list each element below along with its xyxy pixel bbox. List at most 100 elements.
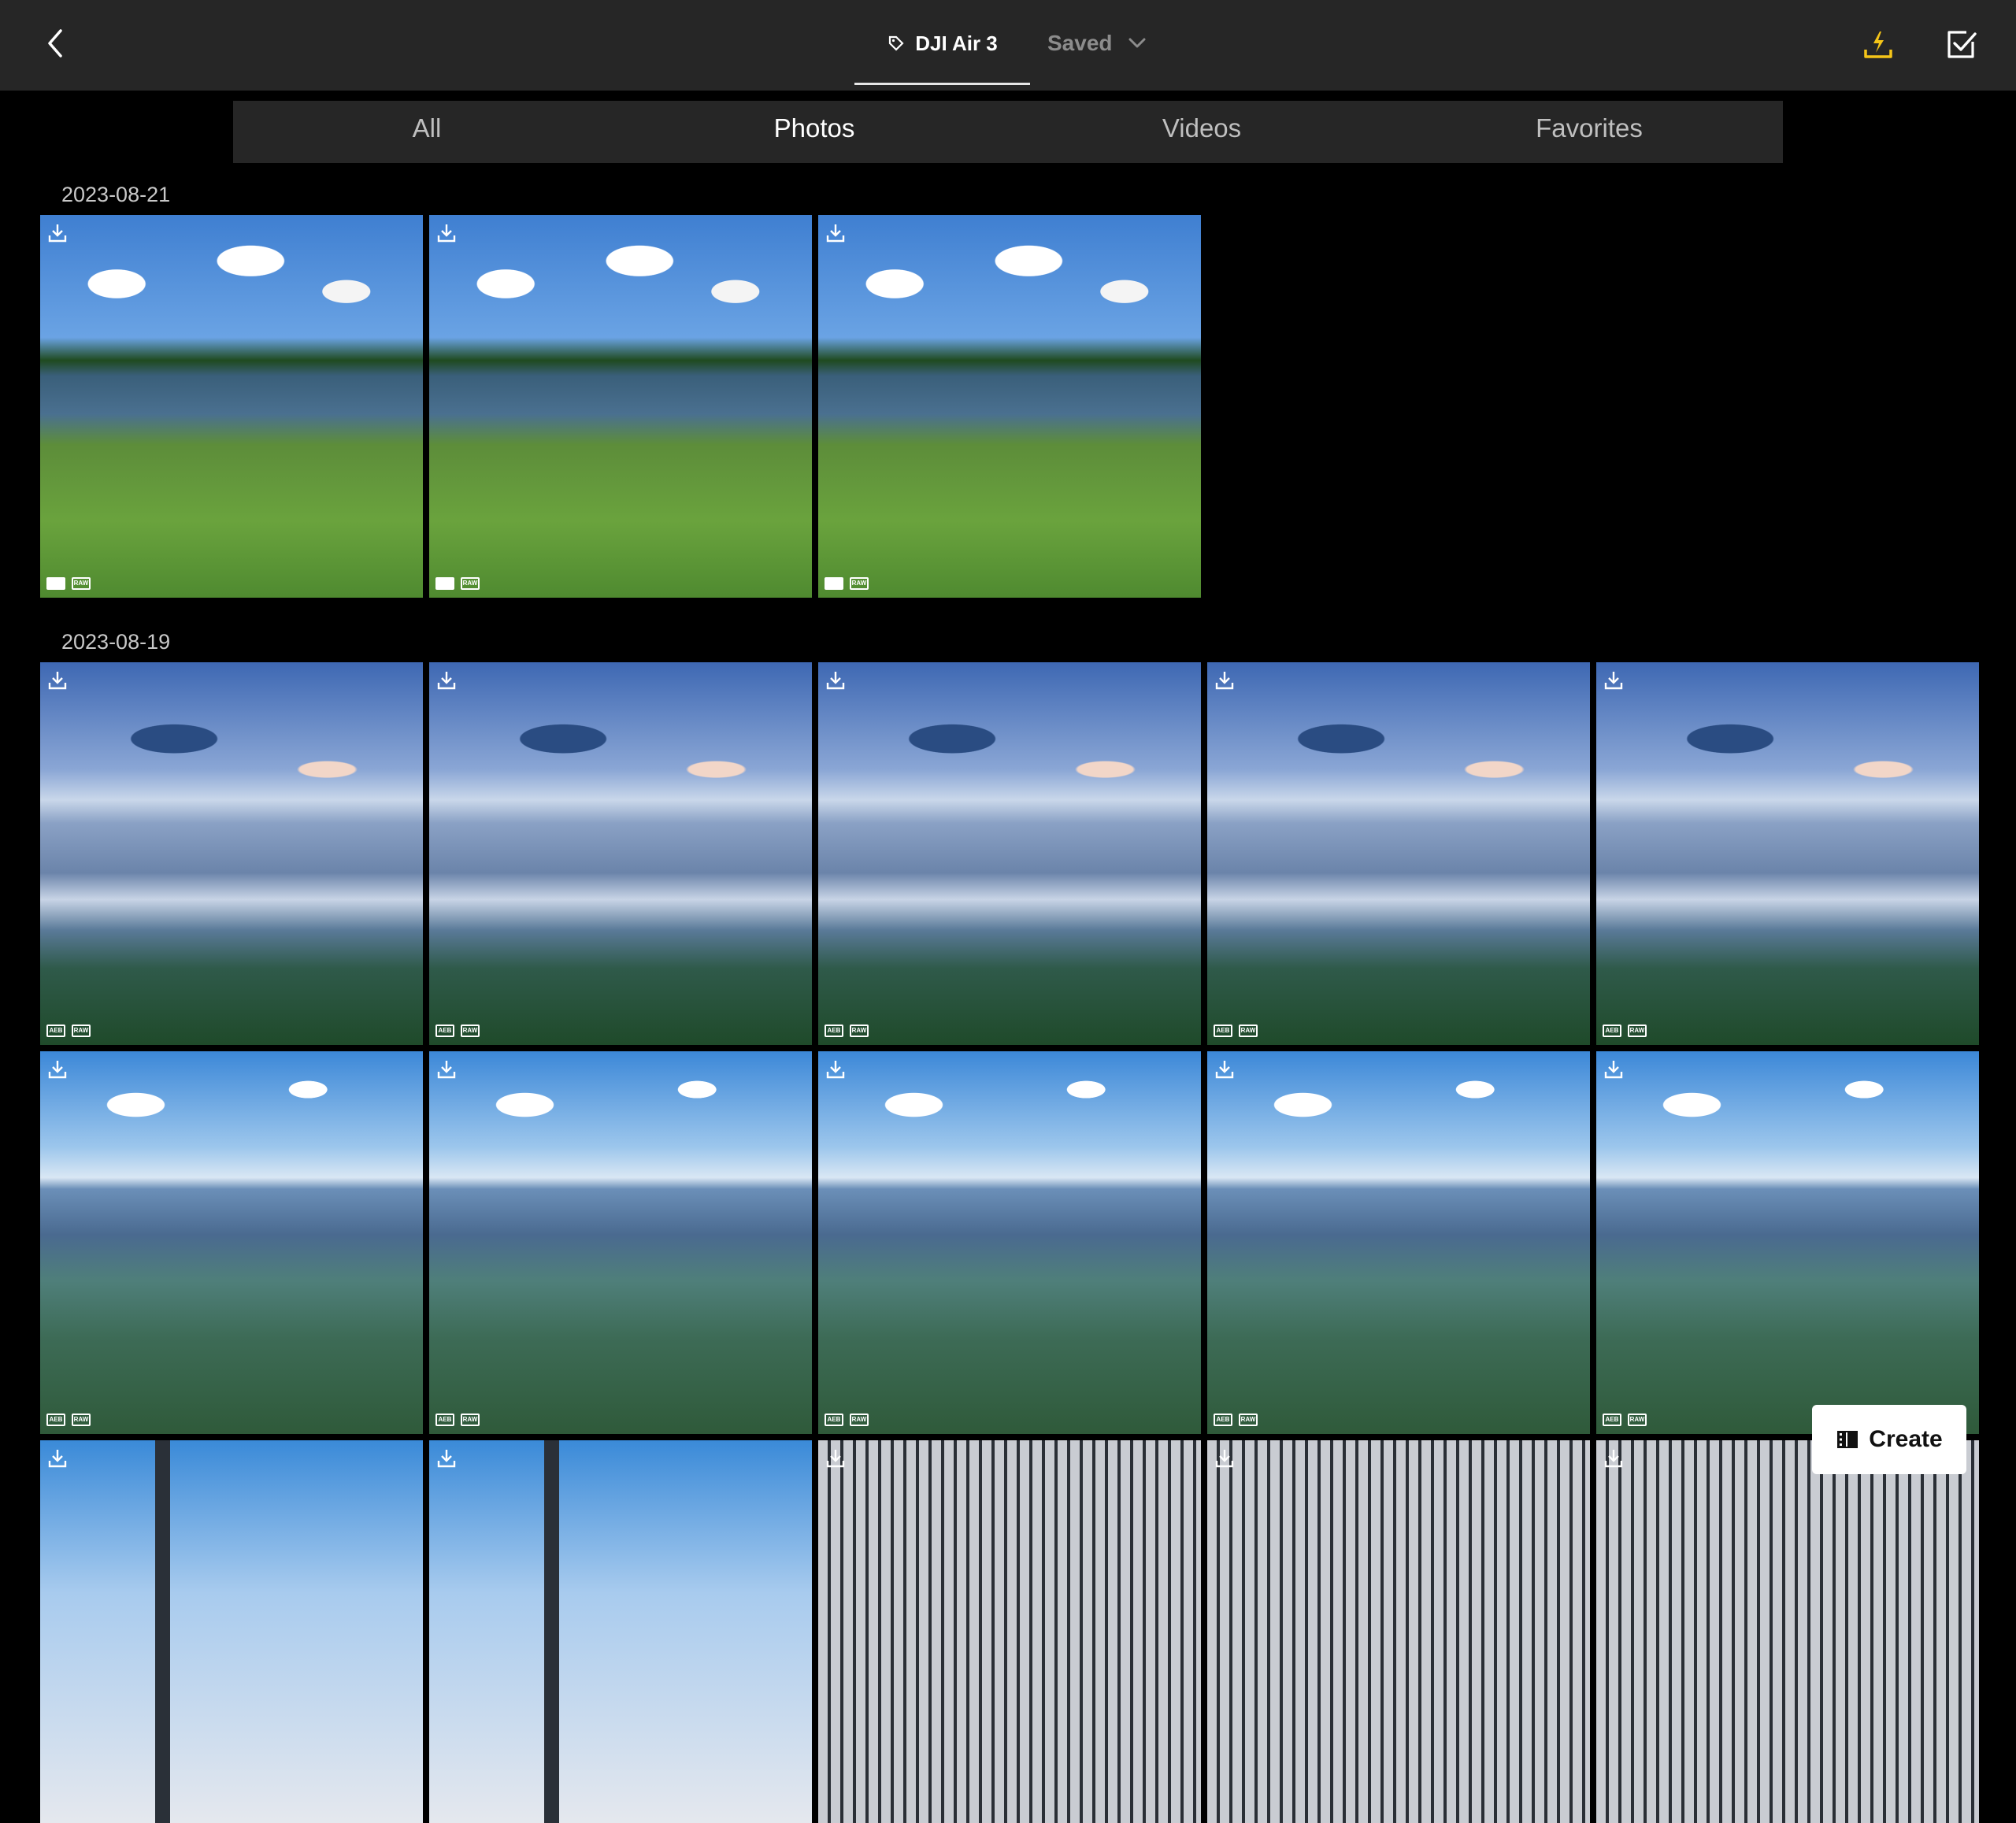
photo-thumbnail[interactable]: AEB RAW xyxy=(818,1051,1201,1434)
tab-device[interactable]: DJI Air 3 xyxy=(854,0,1030,87)
single-shot-icon: single xyxy=(825,577,843,590)
download-icon[interactable] xyxy=(1215,670,1234,691)
flash-download-icon xyxy=(1864,31,1892,58)
media-badges: AEB RAW xyxy=(825,1025,869,1037)
media-badges: AEB RAW xyxy=(825,1414,869,1426)
aeb-badge: AEB xyxy=(1603,1414,1621,1426)
filter-tab-videos[interactable]: Videos xyxy=(1008,101,1395,163)
aeb-badge: AEB xyxy=(1214,1414,1232,1426)
raw-badge: RAW xyxy=(1628,1414,1647,1426)
raw-badge: RAW xyxy=(1628,1025,1647,1037)
device-tab-label: DJI Air 3 xyxy=(915,31,998,55)
select-button[interactable] xyxy=(1942,25,1981,65)
raw-badge: RAW xyxy=(72,1414,91,1426)
create-button[interactable]: Create xyxy=(1812,1405,1966,1474)
filter-tab-favorites[interactable]: Favorites xyxy=(1395,101,1783,163)
aeb-badge: AEB xyxy=(435,1414,454,1426)
download-icon[interactable] xyxy=(826,223,845,243)
download-icon[interactable] xyxy=(1604,1059,1623,1080)
photo-thumbnail[interactable] xyxy=(1207,1440,1590,1823)
photo-thumbnail[interactable]: single RAW xyxy=(40,215,423,598)
download-icon[interactable] xyxy=(826,1059,845,1080)
aeb-badge: AEB xyxy=(825,1025,843,1037)
media-badges: single RAW xyxy=(435,577,480,590)
date-header: 2023-08-21 xyxy=(61,183,171,206)
raw-badge: RAW xyxy=(72,1025,91,1037)
filter-tab-all[interactable]: All xyxy=(233,101,621,163)
aeb-badge: AEB xyxy=(1214,1025,1232,1037)
photo-thumbnail[interactable] xyxy=(818,1440,1201,1823)
photo-thumbnail[interactable] xyxy=(429,1440,812,1823)
download-icon[interactable] xyxy=(1215,1059,1234,1080)
filter-tab-photos[interactable]: Photos xyxy=(621,101,1008,163)
download-icon[interactable] xyxy=(48,1448,67,1469)
raw-badge: RAW xyxy=(850,1414,869,1426)
single-shot-icon: single xyxy=(46,577,65,590)
aeb-badge: AEB xyxy=(1603,1025,1621,1037)
create-button-label: Create xyxy=(1869,1426,1943,1452)
date-header: 2023-08-19 xyxy=(61,630,171,654)
download-icon[interactable] xyxy=(437,1448,456,1469)
media-badges: AEB RAW xyxy=(46,1414,91,1426)
download-icon[interactable] xyxy=(48,670,67,691)
download-icon[interactable] xyxy=(437,670,456,691)
aeb-badge: AEB xyxy=(435,1025,454,1037)
media-badges: single RAW xyxy=(46,577,91,590)
raw-badge: RAW xyxy=(850,1025,869,1037)
raw-badge: RAW xyxy=(1239,1025,1258,1037)
chevron-left-icon xyxy=(48,29,62,57)
photo-grid: AEB RAW AEB RAW AEB RAW AEB RAW AEB RAW AEB RAW AEB R… xyxy=(40,662,1979,1823)
download-icon[interactable] xyxy=(437,1059,456,1080)
media-badges: AEB RAW xyxy=(435,1025,480,1037)
aeb-badge: AEB xyxy=(46,1414,65,1426)
download-all-button[interactable] xyxy=(1858,25,1898,65)
photo-thumbnail[interactable]: AEB RAW xyxy=(1596,662,1979,1045)
download-icon[interactable] xyxy=(1604,1448,1623,1469)
active-tab-indicator xyxy=(854,83,1030,85)
aeb-badge: AEB xyxy=(46,1025,65,1037)
media-badges: AEB RAW xyxy=(1214,1025,1258,1037)
download-icon[interactable] xyxy=(48,223,67,243)
photo-thumbnail[interactable]: single RAW xyxy=(429,215,812,598)
photo-thumbnail[interactable]: AEB RAW xyxy=(1207,1051,1590,1434)
raw-badge: RAW xyxy=(850,577,869,590)
top-bar: DJI Air 3 Saved xyxy=(0,0,2016,91)
download-icon[interactable] xyxy=(1604,670,1623,691)
raw-badge: RAW xyxy=(1239,1414,1258,1426)
download-icon[interactable] xyxy=(437,223,456,243)
chevron-down-icon xyxy=(1128,38,1145,48)
single-shot-icon: single xyxy=(435,577,454,590)
photo-grid: single RAW single RAW single RAW xyxy=(40,215,1979,598)
photo-thumbnail[interactable]: single RAW xyxy=(818,215,1201,598)
download-icon[interactable] xyxy=(1215,1448,1234,1469)
drone-tag-icon xyxy=(889,35,904,51)
saved-tab-label: Saved xyxy=(1047,31,1113,55)
photo-thumbnail[interactable] xyxy=(40,1440,423,1823)
back-button[interactable] xyxy=(35,24,75,63)
media-badges: single RAW xyxy=(825,577,869,590)
raw-badge: RAW xyxy=(461,1025,480,1037)
photo-thumbnail[interactable]: AEB RAW xyxy=(1207,662,1590,1045)
photo-thumbnail[interactable]: AEB RAW xyxy=(429,1051,812,1434)
tab-saved[interactable]: Saved xyxy=(1047,0,1173,87)
photo-thumbnail[interactable]: AEB RAW xyxy=(429,662,812,1045)
media-badges: AEB RAW xyxy=(46,1025,91,1037)
photo-thumbnail[interactable]: AEB RAW xyxy=(40,1051,423,1434)
media-badges: AEB RAW xyxy=(1214,1414,1258,1426)
photo-thumbnail[interactable]: AEB RAW xyxy=(1596,1051,1979,1434)
media-badges: AEB RAW xyxy=(435,1414,480,1426)
raw-badge: RAW xyxy=(461,1414,480,1426)
media-badges: AEB RAW xyxy=(1603,1025,1647,1037)
download-icon[interactable] xyxy=(48,1059,67,1080)
raw-badge: RAW xyxy=(461,577,480,590)
photo-thumbnail[interactable]: AEB RAW xyxy=(40,662,423,1045)
photo-thumbnail[interactable]: AEB RAW xyxy=(818,662,1201,1045)
checkbox-icon xyxy=(1947,31,1977,58)
download-icon[interactable] xyxy=(826,670,845,691)
raw-badge: RAW xyxy=(72,577,91,590)
aeb-badge: AEB xyxy=(825,1414,843,1426)
photo-thumbnail[interactable] xyxy=(1596,1440,1979,1823)
filter-tabs: All Photos Videos Favorites xyxy=(233,101,1783,163)
media-badges: AEB RAW xyxy=(1603,1414,1647,1426)
download-icon[interactable] xyxy=(826,1448,845,1469)
